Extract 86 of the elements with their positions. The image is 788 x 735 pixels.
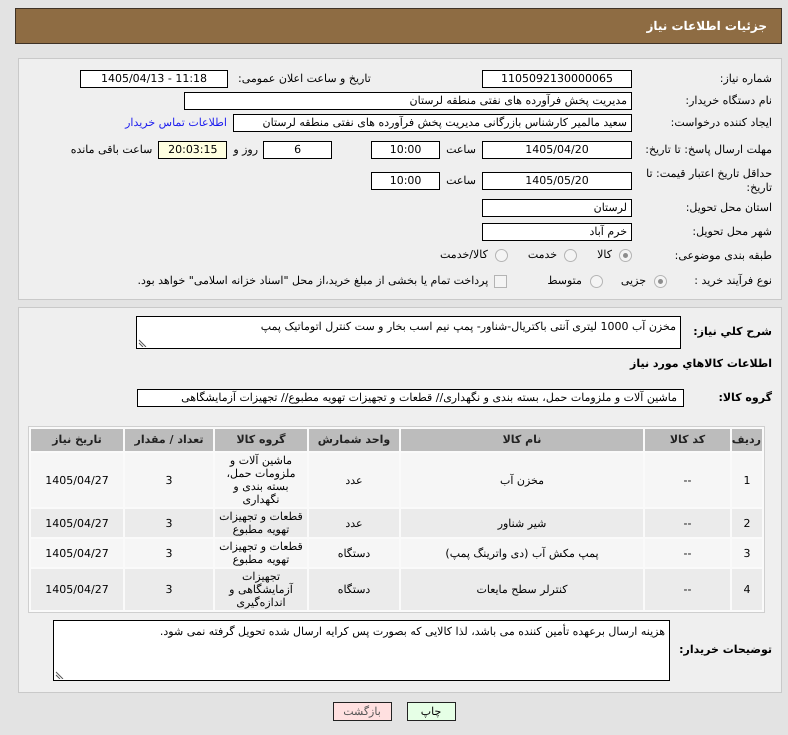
radio-label[interactable]: کالا <box>597 247 612 264</box>
table-cell: قطعات و تجهیزات تهویه مطبوع <box>215 509 307 537</box>
column-header[interactable]: نام کالا <box>401 429 643 451</box>
table-cell: -- <box>645 509 730 537</box>
radio-label[interactable]: جزیی <box>620 272 646 290</box>
radio-button[interactable] <box>564 249 578 262</box>
table-cell: شیر شناور <box>401 509 643 537</box>
table-cell: 3 <box>125 569 213 610</box>
radio-label[interactable]: خدمت <box>528 247 558 264</box>
field-label: نام دستگاه خریدار: <box>684 94 772 108</box>
description-field[interactable]: مخزن آب 1000 لیتری آنتی باکتریال-شناور- پمپ نیم اسب بخار و ست کنترل اتوماتیک پمپ <box>136 316 681 349</box>
resize-grip-icon[interactable] <box>138 338 147 347</box>
field-label: گروه کالا: <box>717 390 772 406</box>
checkbox-label[interactable]: پرداخت تمام یا بخشی از مبلغ خرید،از محل "اسناد خزانه اسلامی" خواهد بود. <box>138 272 488 290</box>
field-label: ساعت باقی مانده <box>70 142 152 158</box>
field-label: ساعت <box>446 172 476 189</box>
field-label: ایجاد کننده درخواست: <box>670 116 772 130</box>
table-cell: -- <box>645 453 730 507</box>
field-label: استان محل تحویل: <box>684 201 772 215</box>
field-label: مهلت ارسال پاسخ: تا تاریخ: <box>644 143 772 157</box>
notes-field[interactable]: هزینه ارسال برعهده تأمین کننده می باشد، لذا کالایی که بصورت پس کرایه ارسال شده تحویل گرفته نمی شود. <box>53 620 670 681</box>
field-label: توضیحات خریدار: <box>678 642 772 658</box>
table-cell: عدد <box>309 509 399 537</box>
table-cell: 4 <box>732 569 762 610</box>
table-cell: عدد <box>309 453 399 507</box>
field-label: شهر محل تحویل: <box>691 224 772 238</box>
table-cell: دستگاه <box>309 539 399 567</box>
radio-button[interactable] <box>590 274 603 288</box>
table-cell: 1405/04/27 <box>31 509 123 537</box>
table-cell: 1 <box>732 453 762 507</box>
text-field[interactable]: مدیریت پخش فرآورده های نفتی منطقه لرستان <box>184 92 632 110</box>
table-cell: قطعات و تجهیزات تهویه مطبوع <box>215 539 307 567</box>
field-label: شرح کلي نیاز: <box>692 324 772 340</box>
column-header[interactable]: تاریخ نیاز <box>31 429 123 451</box>
checkbox[interactable] <box>494 274 508 288</box>
table-cell: -- <box>645 539 730 567</box>
resize-grip-icon[interactable] <box>55 670 64 679</box>
field-label: طبقه بندی موضوعی: <box>674 248 772 262</box>
text-field[interactable]: 20:03:15 <box>158 141 228 159</box>
field-label: نوع فرآیند خرید : <box>693 274 772 288</box>
table-cell: 2 <box>732 509 762 537</box>
table-cell: مخزن آب <box>401 453 643 507</box>
table-cell: کنترلر سطح مایعات <box>401 569 643 610</box>
section-title: اطلاعات کالاهاي مورد نياز <box>628 356 772 372</box>
print-button[interactable]: چاپ <box>406 702 456 721</box>
column-header[interactable]: واحد شمارش <box>309 429 399 451</box>
table-cell: تجهیزات آزمایشگاهی و اندازه‌گیری <box>215 569 307 610</box>
column-header[interactable]: کد کالا <box>645 429 730 451</box>
table-cell: -- <box>645 569 730 610</box>
text-field[interactable]: سعید مالمیر کارشناس بازرگانی مدیریت پخش فرآورده های نفتی منطقه لرستان <box>233 114 632 132</box>
field-label: تاریخ و ساعت اعلان عمومی: <box>237 70 372 87</box>
table-cell: ماشین آلات و ملزومات حمل، بسته بندی و نگهداری <box>215 453 307 507</box>
table-cell: 1405/04/27 <box>31 569 123 610</box>
column-header[interactable]: گروه کالا <box>215 429 307 451</box>
radio-button[interactable] <box>654 274 667 288</box>
product-group-field[interactable]: ماشین آلات و ملزومات حمل، بسته بندی و نگهداری// قطعات و تجهیزات تهویه مطبوع// تجهیزات آزمایشگاهی <box>137 389 684 407</box>
field-label: ساعت <box>446 142 476 158</box>
field-label: شماره نیاز: <box>718 72 772 86</box>
column-header[interactable]: تعداد / مقدار <box>125 429 213 451</box>
table-cell: 1405/04/27 <box>31 453 123 507</box>
text-field[interactable]: 1405/04/20 <box>482 141 632 159</box>
field-label: حداقل تاریخ اعتبار قیمت: تا تاریخ: <box>645 167 772 195</box>
text-field[interactable]: 1405/05/20 <box>482 172 632 190</box>
text-field[interactable]: 1105092130000065 <box>482 70 632 88</box>
text-field[interactable]: 1405/04/13 - 11:18 <box>80 70 228 88</box>
table-cell: دستگاه <box>309 569 399 610</box>
text-field[interactable]: لرستان <box>482 199 632 217</box>
table-cell: پمپ مکش آب (دی واترینگ پمپ) <box>401 539 643 567</box>
table-cell: 3 <box>732 539 762 567</box>
radio-label[interactable]: متوسط <box>547 272 582 290</box>
table-cell: 3 <box>125 539 213 567</box>
column-header[interactable]: ردیف <box>732 429 762 451</box>
table-cell: 1405/04/27 <box>31 539 123 567</box>
page-title: جزئیات اطلاعات نیاز <box>646 18 767 35</box>
radio-button[interactable] <box>619 249 632 262</box>
text-field[interactable]: 10:00 <box>371 141 440 159</box>
text-field[interactable]: 6 <box>263 141 332 159</box>
table-cell: 3 <box>125 509 213 537</box>
radio-label[interactable]: کالا/خدمت <box>440 247 488 264</box>
field-label: روز و <box>233 142 258 158</box>
text-field[interactable]: 10:00 <box>371 172 440 190</box>
radio-button[interactable] <box>494 249 508 262</box>
contact-link[interactable]: اطلاعات تماس خریدار <box>125 114 227 132</box>
text-field[interactable]: خرم آباد <box>482 222 632 240</box>
back-button[interactable]: بازگشت <box>332 702 392 721</box>
table-cell: 3 <box>125 453 213 507</box>
